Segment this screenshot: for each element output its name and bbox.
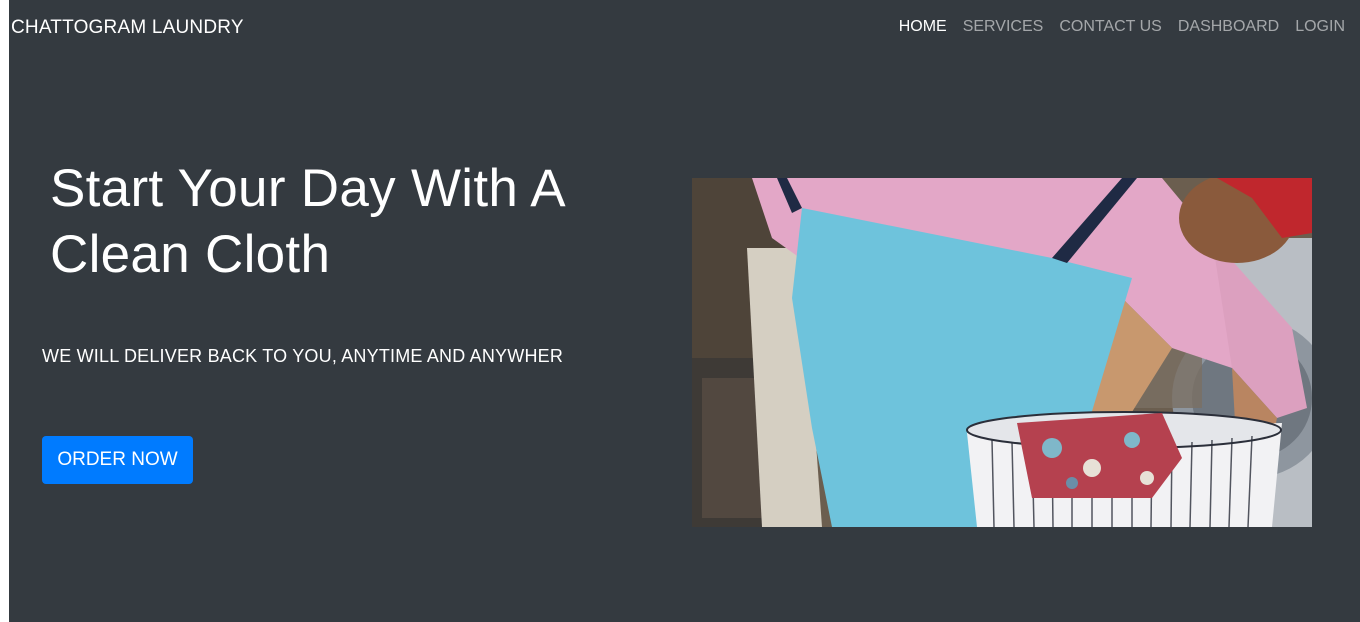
hero-headline: Start Your Day With A Clean Cloth [50, 159, 564, 284]
nav-item-dashboard[interactable]: DASHBOARD [1178, 18, 1279, 36]
nav-item-contact-us[interactable]: CONTACT US [1059, 18, 1162, 36]
order-now-button[interactable]: ORDER NOW [42, 436, 193, 484]
main-nav: HOME SERVICES CONTACT US DASHBOARD LOGIN [899, 18, 1345, 36]
hero-tagline: WE WILL DELIVER BACK TO YOU, ANYTIME AND… [42, 346, 564, 366]
nav-item-login[interactable]: LOGIN [1295, 18, 1345, 36]
nav-item-services[interactable]: SERVICES [963, 18, 1044, 36]
brand-logo[interactable]: CHATTOGRAM LAUNDRY [11, 17, 244, 39]
nav-item-home[interactable]: HOME [899, 18, 947, 36]
hero-laundry-image [692, 178, 1312, 527]
landing-page: CHATTOGRAM LAUNDRY HOME SERVICES CONTACT… [9, 0, 1360, 622]
